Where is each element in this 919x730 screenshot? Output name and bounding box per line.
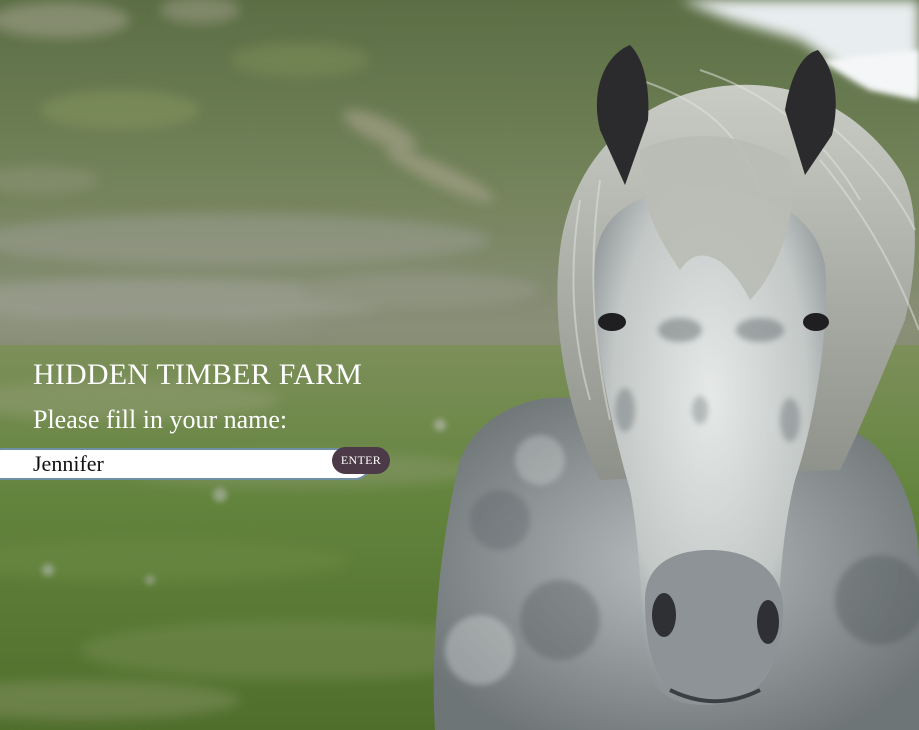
page-title: HIDDEN TIMBER FARM [33,358,363,391]
name-prompt: Please fill in your name: [33,405,288,434]
enter-button[interactable]: ENTER [332,447,390,474]
name-input[interactable] [0,448,371,480]
